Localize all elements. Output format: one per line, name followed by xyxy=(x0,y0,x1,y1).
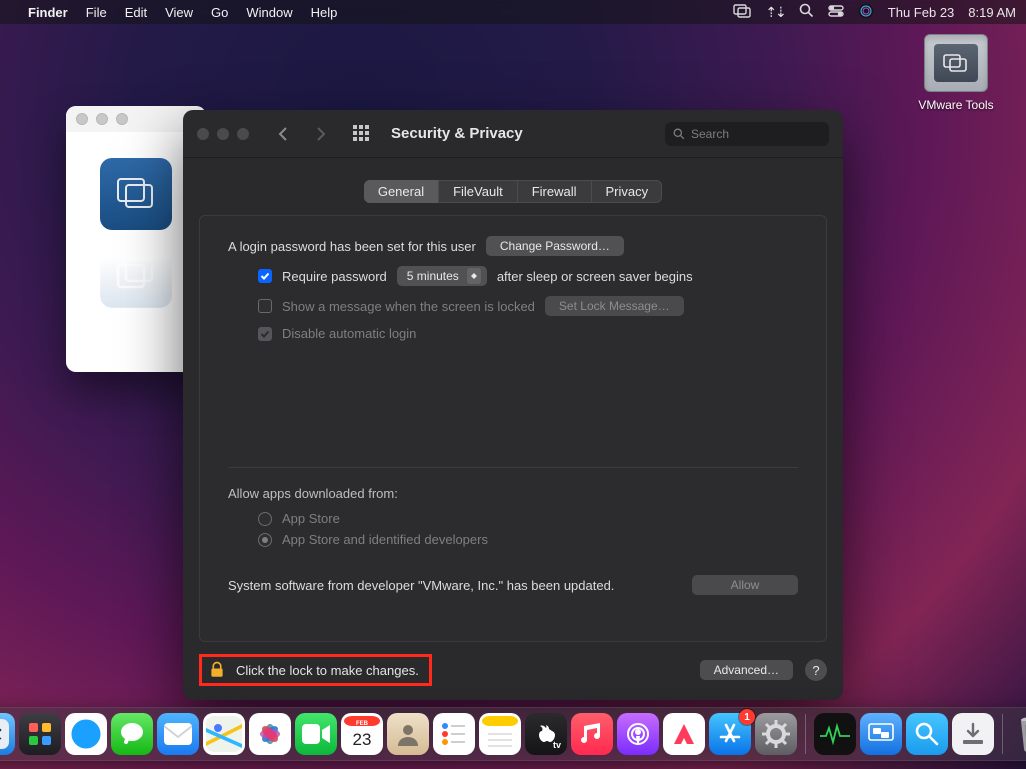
dock-finder-icon[interactable] xyxy=(0,713,15,755)
require-password-label: Require password xyxy=(282,269,387,284)
allow-apps-label: Allow apps downloaded from: xyxy=(228,486,398,501)
dock-screenshare2-icon[interactable] xyxy=(906,713,948,755)
dock-trash-icon[interactable] xyxy=(1011,713,1026,755)
tab-filevault[interactable]: FileVault xyxy=(438,180,517,203)
svg-text:FEB: FEB xyxy=(356,721,369,727)
menu-window[interactable]: Window xyxy=(246,5,292,20)
tab-general[interactable]: General xyxy=(364,180,438,203)
disable-auto-login-checkbox xyxy=(258,327,272,341)
app-menu[interactable]: Finder xyxy=(28,5,68,20)
menu-help[interactable]: Help xyxy=(311,5,338,20)
allow-app-store-identified-label: App Store and identified developers xyxy=(282,532,488,547)
menubar-date[interactable]: Thu Feb 23 xyxy=(888,5,955,20)
minimize-button[interactable] xyxy=(217,128,229,140)
require-password-delay-value: 5 minutes xyxy=(407,269,459,283)
prefs-toolbar: Security & Privacy Search xyxy=(183,110,843,158)
dock-facetime-icon[interactable] xyxy=(295,713,337,755)
stage-manager-icon[interactable] xyxy=(733,4,751,21)
dock-launchpad-icon[interactable] xyxy=(19,713,61,755)
dock-music-icon[interactable] xyxy=(571,713,613,755)
advanced-button[interactable]: Advanced… xyxy=(700,660,793,680)
allow-app-store-label: App Store xyxy=(282,511,340,526)
desktop-icon-vmware-tools[interactable]: VMware Tools xyxy=(918,34,994,112)
dock-activity-monitor-icon[interactable] xyxy=(814,713,856,755)
close-button[interactable] xyxy=(197,128,209,140)
dock-contacts-icon[interactable] xyxy=(387,713,429,755)
menu-file[interactable]: File xyxy=(86,5,107,20)
spotlight-icon[interactable] xyxy=(799,3,814,21)
appstore-badge: 1 xyxy=(739,709,755,725)
tab-privacy[interactable]: Privacy xyxy=(591,180,663,203)
zoom-button[interactable] xyxy=(116,113,128,125)
disk-icon xyxy=(924,34,988,92)
dock-mail-icon[interactable] xyxy=(157,713,199,755)
prefs-title: Security & Privacy xyxy=(391,125,523,142)
show-all-icon[interactable] xyxy=(353,125,371,143)
back-button[interactable] xyxy=(271,122,295,146)
dock-tv-icon[interactable]: tv xyxy=(525,713,567,755)
menu-bar: Finder File Edit View Go Window Help ⇡⇣ … xyxy=(0,0,1026,24)
dock-notes-icon[interactable] xyxy=(479,713,521,755)
after-sleep-text: after sleep or screen saver begins xyxy=(497,269,693,284)
show-message-checkbox xyxy=(258,299,272,313)
dock-system-preferences-icon[interactable] xyxy=(755,713,797,755)
show-message-label: Show a message when the screen is locked xyxy=(282,299,535,314)
svg-text:23: 23 xyxy=(353,730,372,749)
dock-messages-icon[interactable] xyxy=(111,713,153,755)
dock-reminders-icon[interactable] xyxy=(433,713,475,755)
help-button[interactable]: ? xyxy=(805,659,827,681)
prefs-footer: Click the lock to make changes. Advanced… xyxy=(183,642,843,700)
dock-maps-icon[interactable] xyxy=(203,713,245,755)
dock-appstore-icon[interactable]: 1 xyxy=(709,713,751,755)
dock-separator xyxy=(805,714,806,754)
menu-edit[interactable]: Edit xyxy=(125,5,147,20)
dock-safari-icon[interactable] xyxy=(65,713,107,755)
vmware-tools-reflection xyxy=(100,236,172,308)
search-placeholder: Search xyxy=(691,127,729,141)
tab-firewall[interactable]: Firewall xyxy=(517,180,591,203)
allow-app-store-identified-radio xyxy=(258,533,272,547)
separator xyxy=(228,467,798,468)
chevron-updown-icon xyxy=(467,268,481,284)
dock-separator xyxy=(1002,714,1003,754)
minimize-button[interactable] xyxy=(96,113,108,125)
forward-button[interactable] xyxy=(309,122,333,146)
require-password-checkbox[interactable] xyxy=(258,269,272,283)
allow-app-store-radio xyxy=(258,512,272,526)
system-preferences-window: Security & Privacy Search General FileVa… xyxy=(183,110,843,700)
require-password-delay-select[interactable]: 5 minutes xyxy=(397,266,487,286)
dock-photos-icon[interactable] xyxy=(249,713,291,755)
dock: FEB 23 tv 1 xyxy=(0,707,1026,761)
change-password-button[interactable]: Change Password… xyxy=(486,236,624,256)
lock-text: Click the lock to make changes. xyxy=(236,663,419,678)
vmware-tools-file-icon[interactable] xyxy=(100,158,172,230)
menu-go[interactable]: Go xyxy=(211,5,228,20)
system-software-text: System software from developer "VMware, … xyxy=(228,578,614,593)
general-panel: A login password has been set for this u… xyxy=(199,215,827,642)
dock-downloads-icon[interactable] xyxy=(952,713,994,755)
zoom-button[interactable] xyxy=(237,128,249,140)
siri-icon[interactable] xyxy=(858,3,874,22)
search-icon xyxy=(673,128,685,140)
dock-screenshare1-icon[interactable] xyxy=(860,713,902,755)
tabs: General FileVault Firewall Privacy xyxy=(364,180,662,203)
close-button[interactable] xyxy=(76,113,88,125)
search-field[interactable]: Search xyxy=(665,122,829,146)
login-password-text: A login password has been set for this u… xyxy=(228,239,476,254)
menubar-clock[interactable]: 8:19 AM xyxy=(968,5,1016,20)
set-lock-message-button: Set Lock Message… xyxy=(545,296,684,316)
allow-button: Allow xyxy=(692,575,798,595)
bluetooth-status-icon[interactable]: ⇡⇣ xyxy=(765,4,784,21)
desktop-icon-label: VMware Tools xyxy=(918,98,994,112)
lock-area-highlight: Click the lock to make changes. xyxy=(199,654,432,686)
dock-podcasts-icon[interactable] xyxy=(617,713,659,755)
dock-calendar-icon[interactable]: FEB 23 xyxy=(341,713,383,755)
menu-view[interactable]: View xyxy=(165,5,193,20)
control-center-icon[interactable] xyxy=(828,5,844,20)
disable-auto-login-label: Disable automatic login xyxy=(282,326,416,341)
dock-news-icon[interactable] xyxy=(663,713,705,755)
lock-icon[interactable] xyxy=(208,661,226,679)
